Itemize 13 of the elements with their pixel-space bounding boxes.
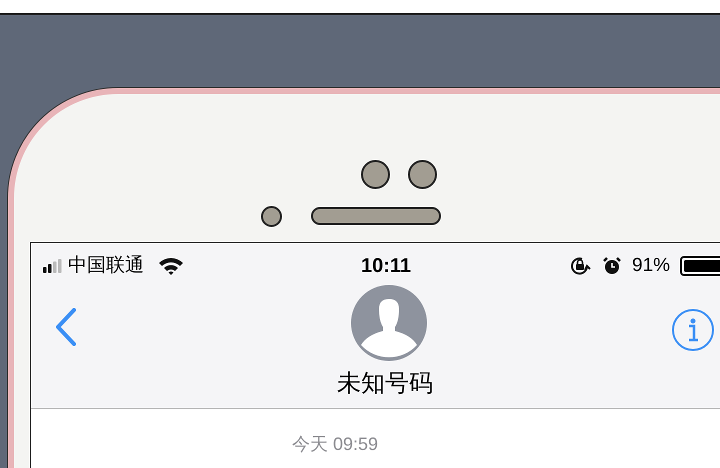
battery-percent: 91% <box>632 254 670 278</box>
signal-icon <box>43 259 63 273</box>
battery-icon <box>680 256 720 276</box>
carrier-name: 中国联通 <box>68 254 144 278</box>
contact-title: 未知号码 <box>337 369 433 399</box>
clock-time: 10:11 <box>361 254 412 279</box>
rotation-lock-icon <box>570 256 592 276</box>
message-timestamp: 今天 09:59 <box>292 433 378 456</box>
wifi-icon <box>158 257 184 275</box>
back-chevron-icon[interactable] <box>55 308 77 346</box>
alarm-icon <box>602 256 622 276</box>
info-icon[interactable] <box>671 308 715 352</box>
avatar-silhouette-icon <box>351 285 427 361</box>
